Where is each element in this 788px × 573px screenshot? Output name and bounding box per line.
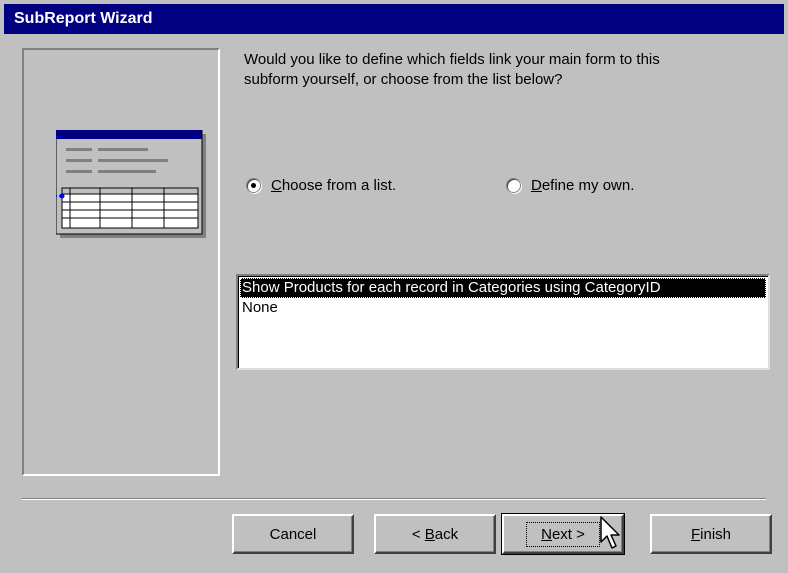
subform-link-illustration-icon	[56, 130, 206, 238]
window-title: SubReport Wizard	[14, 10, 153, 27]
question-line-2: subform yourself, or choose from the lis…	[244, 71, 563, 88]
choose-from-list-label[interactable]: Choose from a list.	[271, 177, 396, 194]
next-button-label: Next >	[526, 521, 600, 547]
finish-button-label: Finish	[690, 525, 732, 543]
mouse-pointer-icon	[600, 516, 620, 549]
radio-unchecked-icon[interactable]	[506, 177, 521, 193]
list-item[interactable]: Show Products for each record in Categor…	[240, 278, 766, 298]
cancel-button[interactable]: Cancel	[232, 514, 354, 554]
list-item[interactable]: None	[240, 298, 766, 318]
choose-from-list-radio[interactable]: Choose from a list.	[246, 174, 396, 196]
radio-checked-icon[interactable]	[246, 177, 261, 193]
define-my-own-radio[interactable]: Define my own.	[506, 174, 634, 196]
subreport-wizard-window: SubReport Wizard Would you like to defin…	[0, 0, 788, 573]
link-question: Would you like to define which fields li…	[244, 50, 744, 90]
illustration-panel	[22, 48, 220, 476]
title-bar: SubReport Wizard	[4, 4, 784, 34]
finish-button[interactable]: Finish	[650, 514, 772, 554]
back-button-label: < Back	[411, 525, 459, 543]
define-my-own-label[interactable]: Define my own.	[531, 177, 634, 194]
cancel-button-label: Cancel	[269, 525, 317, 543]
question-line-1: Would you like to define which fields li…	[244, 51, 660, 68]
back-button[interactable]: < Back	[374, 514, 496, 554]
divider-highlight	[22, 499, 766, 500]
link-options-listbox[interactable]: Show Products for each record in Categor…	[236, 274, 770, 370]
